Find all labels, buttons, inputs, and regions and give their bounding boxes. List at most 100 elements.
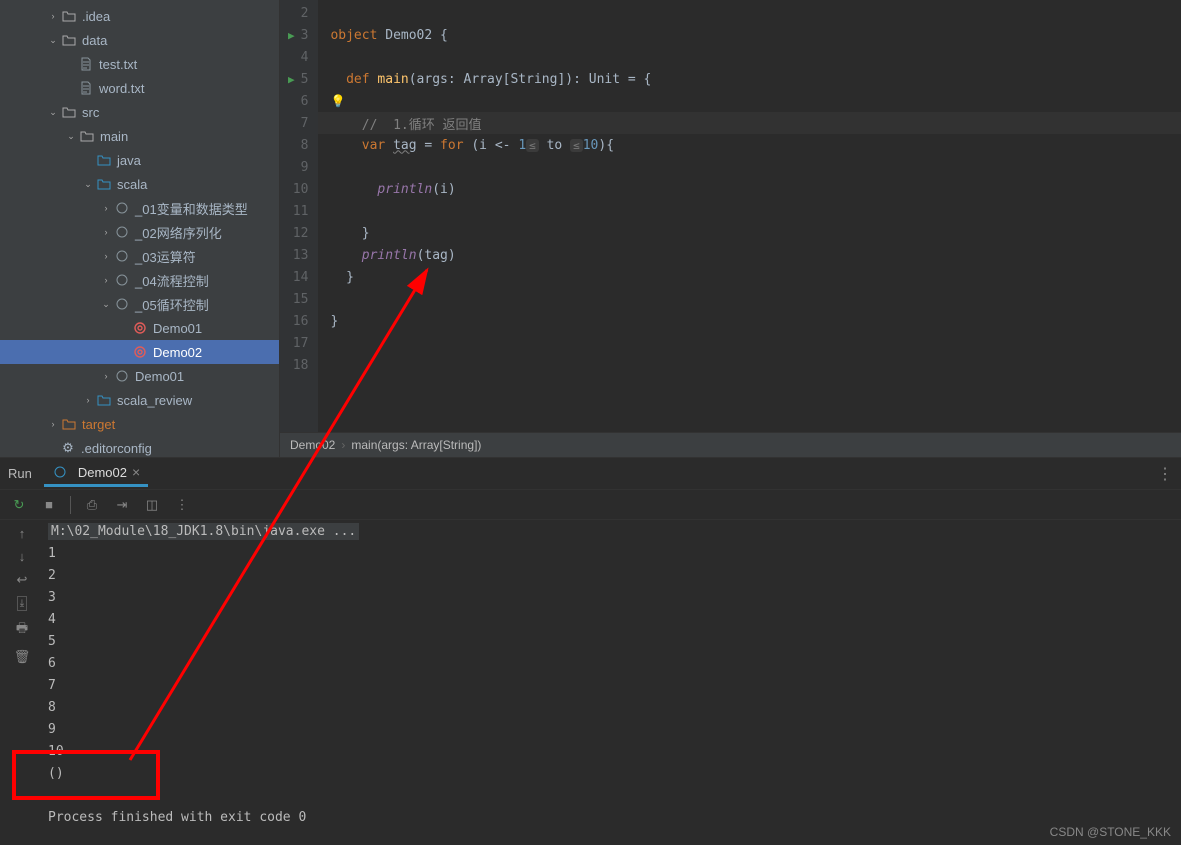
layout-icon[interactable]: ◫ bbox=[143, 496, 161, 514]
crumb-item[interactable]: Demo02 bbox=[290, 438, 335, 452]
editor-gutter[interactable]: 2 ▶3 4 ▶5 6 7 8 9 10 11 12 13 14 15 16 1… bbox=[280, 0, 318, 432]
tree-pkg-05[interactable]: ⌄ _05循环控制 bbox=[0, 292, 279, 316]
tree-file-word[interactable]: word.txt bbox=[0, 76, 279, 100]
run-tab-demo02[interactable]: Demo02 × bbox=[44, 460, 148, 487]
tree-label: test.txt bbox=[99, 57, 279, 72]
tree-label: _01变量和数据类型 bbox=[135, 199, 279, 218]
tree-file-test[interactable]: test.txt bbox=[0, 52, 279, 76]
run-panel-title: Run bbox=[8, 466, 32, 481]
package-icon bbox=[114, 368, 130, 384]
tree-label: main bbox=[100, 129, 279, 144]
tree-pkg-03[interactable]: ›_03运算符 bbox=[0, 244, 279, 268]
watermark: CSDN @STONE_KKK bbox=[1050, 825, 1171, 839]
export-icon[interactable]: ⇥ bbox=[113, 496, 131, 514]
tree-scala-demo01[interactable]: Demo01 bbox=[0, 316, 279, 340]
tree-label: _05循环控制 bbox=[135, 295, 279, 314]
package-icon bbox=[114, 272, 130, 288]
console-line: 4 bbox=[48, 612, 1181, 634]
code-area[interactable]: object Demo02 { def main(args: Array[Str… bbox=[318, 0, 1181, 432]
folder-icon bbox=[61, 8, 77, 24]
breadcrumb[interactable]: Demo02 › main(args: Array[String]) bbox=[280, 432, 1181, 457]
up-icon[interactable]: ↑ bbox=[19, 526, 26, 541]
chevron-right-icon: › bbox=[341, 438, 345, 452]
console-line: 7 bbox=[48, 678, 1181, 700]
scala-object-icon bbox=[132, 344, 148, 360]
console-line: 2 bbox=[48, 568, 1181, 590]
tree-label: java bbox=[117, 153, 279, 168]
package-icon bbox=[114, 248, 130, 264]
close-icon[interactable]: × bbox=[132, 464, 140, 480]
scala-object-icon bbox=[52, 464, 68, 480]
file-icon bbox=[78, 80, 94, 96]
tree-label: scala_review bbox=[117, 393, 279, 408]
chevron-down-icon: ⌄ bbox=[45, 107, 61, 118]
code-editor[interactable]: 2 ▶3 4 ▶5 6 7 8 9 10 11 12 13 14 15 16 1… bbox=[280, 0, 1181, 457]
package-icon bbox=[114, 296, 130, 312]
run-tab-label: Demo02 bbox=[78, 465, 127, 480]
trash-icon[interactable]: 🗑 bbox=[14, 649, 31, 665]
tree-label: _02网络序列化 bbox=[135, 223, 279, 242]
package-icon bbox=[114, 224, 130, 240]
tree-label: Demo01 bbox=[153, 321, 279, 336]
tree-label: scala bbox=[117, 177, 279, 192]
scala-object-icon bbox=[132, 320, 148, 336]
chevron-right-icon: › bbox=[98, 203, 114, 213]
file-icon bbox=[78, 56, 94, 72]
tree-label: .editorconfig bbox=[81, 441, 279, 456]
chevron-down-icon: ⌄ bbox=[45, 35, 61, 46]
tree-folder-review[interactable]: ›scala_review bbox=[0, 388, 279, 412]
tree-label: src bbox=[82, 105, 279, 120]
tree-label: data bbox=[82, 33, 279, 48]
chevron-down-icon: ⌄ bbox=[63, 131, 79, 142]
run-console[interactable]: M:\02_Module\18_JDK1.8\bin\java.exe ... … bbox=[44, 520, 1181, 845]
folder-icon bbox=[61, 104, 77, 120]
run-side-toolbar: ↑ ↓ ↩ ⤓ 🖶 🗑 bbox=[0, 520, 44, 845]
console-exit: Process finished with exit code 0 bbox=[48, 810, 1181, 832]
tree-folder-idea[interactable]: ›.idea bbox=[0, 4, 279, 28]
tree-label: _03运算符 bbox=[135, 247, 279, 266]
rerun-button[interactable]: ↻ bbox=[10, 496, 28, 514]
chevron-down-icon: ⌄ bbox=[98, 299, 114, 310]
wrap-icon[interactable]: ↩ bbox=[17, 572, 28, 588]
console-command: M:\02_Module\18_JDK1.8\bin\java.exe ... bbox=[48, 523, 359, 540]
package-icon bbox=[114, 200, 130, 216]
more-icon[interactable]: ⋮ bbox=[1157, 464, 1173, 484]
tree-folder-java[interactable]: java bbox=[0, 148, 279, 172]
tree-pkg-04[interactable]: ›_04流程控制 bbox=[0, 268, 279, 292]
console-line: 1 bbox=[48, 546, 1181, 568]
tree-pkg-02[interactable]: ›_02网络序列化 bbox=[0, 220, 279, 244]
project-tree[interactable]: ›.idea ⌄data test.txt word.txt ⌄src ⌄mai… bbox=[0, 0, 280, 457]
tree-folder-src[interactable]: ⌄ src bbox=[0, 100, 279, 124]
tree-folder-data[interactable]: ⌄ data bbox=[0, 28, 279, 52]
console-line: 9 bbox=[48, 722, 1181, 744]
lightbulb-icon[interactable]: 💡 bbox=[330, 94, 345, 108]
chevron-down-icon: ⌄ bbox=[80, 179, 96, 190]
tree-folder-target[interactable]: ›target bbox=[0, 412, 279, 436]
console-line: 3 bbox=[48, 590, 1181, 612]
scroll-icon[interactable]: ⤓ bbox=[17, 596, 27, 611]
tree-scala-demo02[interactable]: Demo02 bbox=[0, 340, 279, 364]
console-line: () bbox=[48, 766, 1181, 788]
console-line: 10 bbox=[48, 744, 1181, 766]
camera-icon[interactable]: ⎙ bbox=[83, 496, 101, 514]
crumb-item[interactable]: main(args: Array[String]) bbox=[351, 438, 481, 452]
tree-folder-main[interactable]: ⌄ main bbox=[0, 124, 279, 148]
more-icon[interactable]: ⋮ bbox=[173, 496, 191, 514]
print-icon[interactable]: 🖶 bbox=[16, 619, 28, 641]
folder-icon bbox=[79, 128, 95, 144]
console-line: 6 bbox=[48, 656, 1181, 678]
tree-file-editorconfig[interactable]: ⚙.editorconfig bbox=[0, 436, 279, 457]
tree-pkg-demo01[interactable]: ›Demo01 bbox=[0, 364, 279, 388]
tree-label: target bbox=[82, 417, 279, 432]
run-gutter-icon[interactable]: ▶ bbox=[288, 73, 295, 86]
stop-button[interactable]: ■ bbox=[40, 496, 58, 514]
run-gutter-icon[interactable]: ▶ bbox=[288, 29, 295, 42]
console-line: 8 bbox=[48, 700, 1181, 722]
tree-pkg-01[interactable]: › _01变量和数据类型 bbox=[0, 196, 279, 220]
folder-icon bbox=[61, 416, 77, 432]
folder-icon bbox=[96, 392, 112, 408]
folder-icon bbox=[96, 176, 112, 192]
folder-icon bbox=[61, 32, 77, 48]
tree-folder-scala[interactable]: ⌄ scala bbox=[0, 172, 279, 196]
down-icon[interactable]: ↓ bbox=[19, 549, 26, 564]
